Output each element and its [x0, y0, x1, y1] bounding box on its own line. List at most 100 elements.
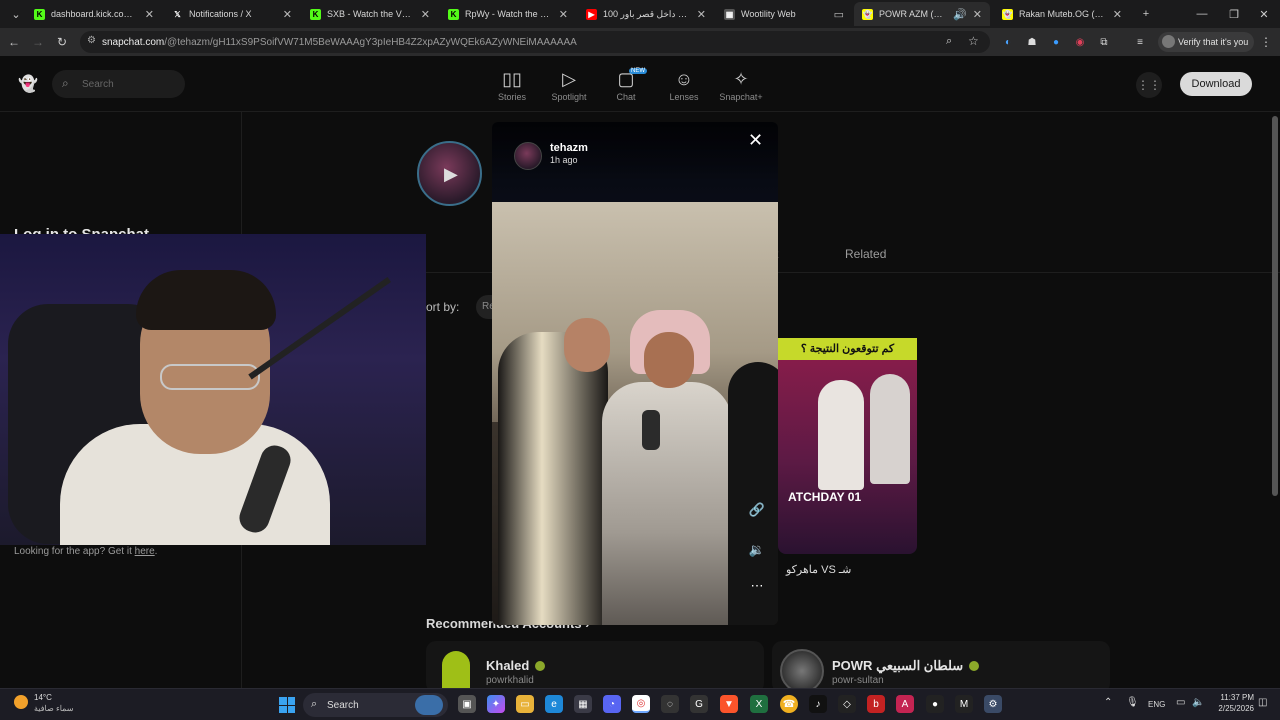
extension-icon[interactable]: ◐ — [1000, 34, 1016, 50]
tiktok-icon[interactable]: ♪ — [809, 695, 827, 713]
close-icon[interactable]: ✕ — [748, 130, 763, 151]
snapchat-page: 👻 ⌕ Search ▯▯ Stories ▷ Spotlight ▢ Chat… — [0, 56, 1280, 688]
close-tab-icon[interactable]: ✕ — [973, 8, 982, 21]
app-icon[interactable]: M — [955, 695, 973, 713]
story-person — [498, 332, 608, 625]
task-view-icon[interactable]: ▣ — [458, 695, 476, 713]
reload-icon[interactable]: ↻ — [52, 32, 72, 52]
close-tab-icon[interactable]: ✕ — [283, 8, 292, 21]
close-tab-icon[interactable]: ▭ — [834, 8, 844, 21]
browser-tab[interactable]: 👻 Rakan Muteb.OG (@rms ✕ — [994, 2, 1130, 26]
recommended-account-card[interactable]: Khaled powrkhalid — [426, 641, 764, 688]
extension-icon[interactable]: ☗ — [1024, 34, 1040, 50]
whatsapp-icon[interactable]: ☎ — [780, 695, 798, 713]
profile-avatar[interactable]: ▶ — [417, 141, 482, 206]
obs-icon[interactable]: ● — [926, 695, 944, 713]
spotlight-thumbnail[interactable]: ATCHDAY 01 — [778, 340, 917, 554]
windows-start-icon[interactable] — [279, 697, 295, 713]
media-control-icon[interactable]: ≡ — [1132, 34, 1148, 50]
close-tab-icon[interactable]: ✕ — [559, 8, 568, 21]
microphone-icon[interactable]: 🎙 — [1126, 697, 1139, 708]
search-input[interactable]: ⌕ Search — [52, 70, 185, 98]
zoom-icon[interactable]: ⌕ — [946, 35, 952, 48]
edge-icon[interactable]: e — [545, 695, 563, 713]
more-options-icon[interactable]: ⋯ — [746, 578, 768, 600]
app-icon[interactable]: A — [896, 695, 914, 713]
app-icon[interactable]: ◌ — [661, 695, 679, 713]
browser-tab[interactable]: K dashboard.kick.com/strea ✕ — [26, 2, 162, 26]
close-tab-icon[interactable]: ✕ — [421, 8, 430, 21]
recommended-account-card[interactable]: POWR سلطان السبيعي powr-sultan — [772, 641, 1110, 688]
story-viewer[interactable]: tehazm 1h ago ✕ 🔗 🔉 ⋯ — [492, 122, 778, 625]
verified-icon — [969, 660, 980, 671]
scrollbar-thumb[interactable] — [1272, 116, 1278, 496]
browser-tab[interactable]: ▶ 100 يوتيوبر داخل قصر باور ✕ — [578, 2, 714, 26]
store-icon[interactable]: ▦ — [574, 695, 592, 713]
input-language[interactable]: ENG — [1148, 700, 1165, 709]
close-tab-icon[interactable]: ✕ — [145, 8, 154, 21]
volume-icon[interactable]: 🔈 — [1192, 697, 1204, 708]
forward-icon[interactable]: → — [28, 32, 48, 52]
link-icon[interactable]: 🔗 — [746, 502, 768, 524]
browser-tab[interactable]: K SXB - Watch the VOD on ✕ — [302, 2, 438, 26]
bookmark-star-icon[interactable]: ☆ — [968, 34, 979, 48]
weather-description[interactable]: سماء صافية — [34, 704, 74, 713]
restore-icon[interactable]: ❐ — [1218, 0, 1250, 28]
chevron-up-icon[interactable]: ⌃ — [1104, 697, 1112, 708]
app-icon[interactable]: b — [867, 695, 885, 713]
thumbnail-person — [818, 380, 864, 490]
browser-tab-active[interactable]: 👻 POWR AZM (@tehaz 🔊 ✕ — [854, 2, 990, 26]
youtube-icon: ▶ — [586, 8, 597, 20]
profile-verify-button[interactable]: Verify that it's you — [1158, 32, 1254, 52]
get-app-text: Looking for the app? Get it here. — [14, 546, 158, 557]
apps-grid-icon[interactable]: ⋮⋮ — [1136, 72, 1162, 98]
clock-time[interactable]: 11:37 PM — [1212, 693, 1254, 702]
site-info-icon[interactable]: ⚙ — [87, 35, 96, 46]
story-author-name[interactable]: tehazm — [550, 142, 588, 154]
address-bar[interactable]: ⚙ snapchat.com/@tehazm/gH11xS9PSoifVW71M… — [80, 31, 990, 53]
thumbnail-title[interactable]: ماهركو VS شـ — [786, 563, 851, 576]
nav-lenses[interactable]: ☺ Lenses — [653, 66, 715, 112]
weather-temperature[interactable]: 14°C — [34, 693, 52, 702]
browser-tab[interactable]: K RpWy - Watch the VOD o ✕ — [440, 2, 576, 26]
speaker-icon[interactable]: 🔉 — [746, 542, 768, 564]
file-explorer-icon[interactable]: ▭ — [516, 695, 534, 713]
app-icon[interactable]: G — [690, 695, 708, 713]
close-tab-icon[interactable]: ✕ — [1113, 8, 1122, 21]
extension-icon[interactable]: ◉ — [1072, 34, 1088, 50]
extension-icon[interactable]: ● — [1048, 34, 1064, 50]
excel-icon[interactable]: X — [750, 695, 768, 713]
new-tab-icon[interactable]: + — [1130, 0, 1162, 28]
settings-icon[interactable]: ⚙ — [984, 695, 1002, 713]
app-icon[interactable]: ◇ — [838, 695, 856, 713]
get-app-link[interactable]: here — [135, 546, 155, 557]
browser-tab[interactable]: 𝕏 Notifications / X ✕ — [164, 2, 300, 26]
weather-moon-icon[interactable] — [14, 695, 28, 709]
minimize-icon[interactable]: — — [1186, 0, 1218, 28]
browser-tab[interactable]: ▦ Wootility Web ▭ — [716, 2, 852, 26]
tab-related[interactable]: Related — [845, 247, 886, 261]
nav-snapchat-plus[interactable]: ✧ Snapchat+ — [710, 66, 772, 112]
clock-date[interactable]: 2/25/2026 — [1206, 704, 1254, 713]
back-icon[interactable]: ← — [4, 32, 24, 52]
browser-menu-icon[interactable]: ⋮ — [1256, 32, 1276, 52]
copilot-icon[interactable]: ✦ — [487, 695, 505, 713]
snapchat-ghost-icon[interactable]: 👻 — [18, 74, 38, 94]
nav-spotlight[interactable]: ▷ Spotlight — [538, 66, 600, 112]
close-window-icon[interactable]: ✕ — [1248, 0, 1280, 28]
account-username: powrkhalid — [486, 675, 534, 686]
brave-icon[interactable]: ▼ — [720, 695, 738, 713]
extensions-puzzle-icon[interactable]: ⧉ — [1096, 34, 1112, 50]
notification-icon[interactable]: ◫ — [1258, 697, 1267, 708]
chrome-icon[interactable]: ◎ — [632, 695, 650, 713]
speaker-icon[interactable]: 🔊 — [953, 8, 967, 21]
nav-stories[interactable]: ▯▯ Stories — [481, 66, 543, 112]
network-icon[interactable]: ▭ — [1176, 697, 1185, 708]
taskbar-search[interactable]: ⌕ Search — [303, 693, 448, 717]
story-author-avatar[interactable] — [514, 142, 542, 170]
nav-chat[interactable]: ▢ Chat NEW — [595, 66, 657, 112]
spotlight-icon: ▷ — [562, 69, 576, 89]
close-tab-icon[interactable]: ✕ — [697, 8, 706, 21]
discord-icon[interactable]: ◔ — [603, 695, 621, 713]
download-button[interactable]: Download — [1180, 72, 1252, 96]
